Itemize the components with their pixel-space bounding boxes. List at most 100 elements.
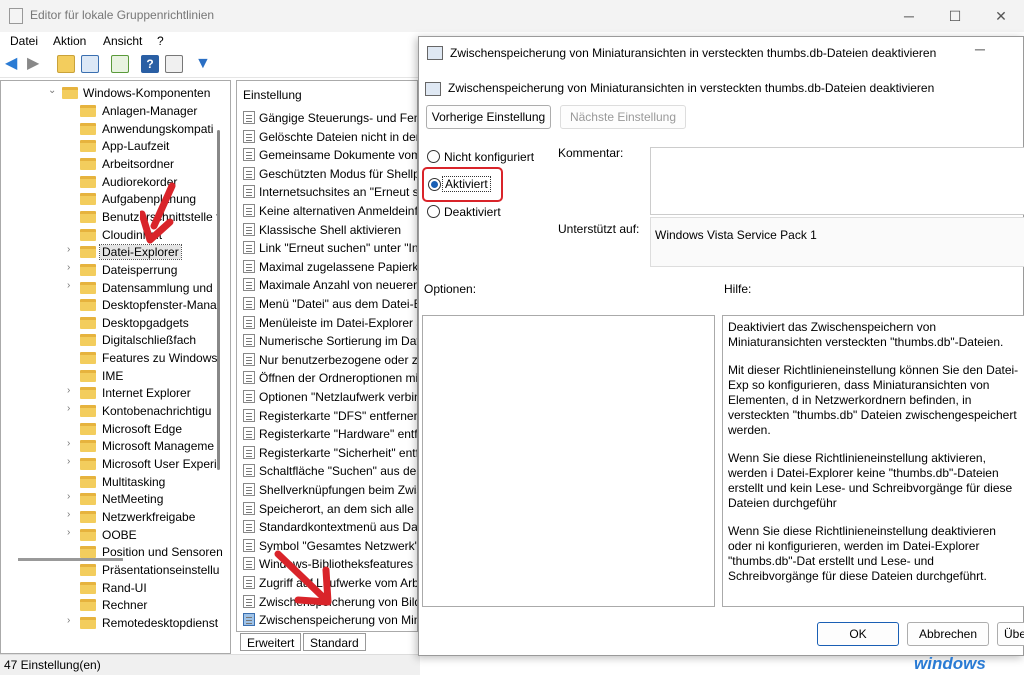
chevron-icon[interactable]: › (67, 385, 70, 396)
menu-ansicht[interactable]: Ansicht (103, 34, 142, 48)
folder-icon (80, 299, 96, 312)
dialog-minimize-button[interactable]: ─ (975, 41, 985, 57)
tree-scrollbar[interactable] (217, 130, 220, 470)
chevron-icon[interactable]: › (67, 456, 70, 467)
chevron-icon[interactable]: › (67, 280, 70, 291)
close-button[interactable]: ✕ (978, 0, 1024, 32)
tree-node[interactable]: › Internet Explorer (1, 384, 230, 402)
chevron-icon[interactable]: › (67, 244, 70, 255)
column-header-setting[interactable]: Einstellung (243, 88, 302, 102)
chevron-icon[interactable]: ⌄ (48, 85, 56, 96)
folder-icon (80, 281, 96, 294)
tree-node[interactable]: IME (1, 367, 230, 385)
setting-name: Registerkarte "Sicherheit" entfe (259, 445, 418, 460)
menu-help[interactable]: ? (157, 34, 164, 48)
arrow-shaft (274, 550, 326, 600)
dialog-close-hint[interactable] (1019, 39, 1024, 59)
tree-node-label: Anwendungskompati (102, 121, 214, 136)
tree-node[interactable]: ⌄ Windows-Komponenten (1, 84, 230, 102)
back-icon[interactable]: ◀ (5, 55, 23, 73)
tree-node[interactable]: Arbeitsordner (1, 155, 230, 173)
previous-setting-button[interactable]: Vorherige Einstellung (426, 105, 551, 129)
policy-setting-icon (243, 352, 255, 366)
dialog-title: Zwischenspeicherung von Miniaturansichte… (450, 46, 937, 60)
comment-field[interactable] (650, 147, 1024, 215)
folder-icon (80, 263, 96, 276)
tree-node[interactable]: Microsoft Edge (1, 420, 230, 438)
help-icon[interactable]: ? (141, 55, 159, 73)
tree-node[interactable]: › Microsoft Manageme (1, 437, 230, 455)
setting-name: Gängige Steuerungs- und Fenst (259, 111, 418, 125)
setting-name: Optionen "Netzlaufwerk verbin (259, 390, 418, 404)
tree-node[interactable]: Audiorekorder (1, 173, 230, 191)
tree-node[interactable]: Rechner (1, 596, 230, 614)
up-folder-icon[interactable] (57, 55, 75, 73)
folder-icon (80, 193, 96, 206)
policy-setting-icon (243, 483, 255, 496)
tree-node[interactable]: Benutzerschnittstelle f (1, 208, 230, 226)
tree-node[interactable]: Features zu Windows (1, 349, 230, 367)
policy-dialog: Zwischenspeicherung von Miniaturansichte… (418, 36, 1024, 673)
radio-enabled[interactable] (428, 178, 441, 191)
tree-node[interactable]: Anwendungskompati (1, 120, 230, 138)
tree-node[interactable]: Cloudinhalt (1, 226, 230, 244)
policy-setting-icon (243, 297, 255, 310)
radio-disabled-label[interactable]: Deaktiviert (444, 205, 501, 219)
chevron-icon[interactable]: › (67, 403, 70, 414)
tree-node-label: Microsoft Manageme (102, 439, 215, 454)
next-setting-button[interactable]: Nächste Einstellung (560, 105, 686, 129)
tree-node[interactable]: Desktopfenster-Mana (1, 296, 230, 314)
tree-node[interactable]: › NetMeeting (1, 490, 230, 508)
tree-node[interactable]: › Datei-Explorer (1, 243, 230, 261)
minimize-button[interactable]: ─ (886, 0, 932, 32)
tab-erweitert[interactable]: Erweitert (240, 633, 302, 651)
folder-icon (80, 440, 96, 453)
properties-icon[interactable] (165, 55, 183, 73)
radio-enabled-label[interactable]: Aktiviert (442, 176, 491, 192)
tree-node[interactable]: Desktopgadgets (1, 314, 230, 332)
export-icon[interactable] (111, 55, 129, 73)
tree-node-label: Microsoft Edge (102, 421, 183, 436)
tree-node[interactable]: Rand-UI (1, 579, 230, 597)
tree-node[interactable]: Multitasking (1, 473, 230, 491)
radio-disabled[interactable] (427, 205, 440, 218)
menu-aktion[interactable]: Aktion (53, 34, 86, 48)
chevron-icon[interactable]: › (67, 438, 70, 449)
tree-node[interactable]: › Netzwerkfreigabe (1, 508, 230, 526)
filter-icon[interactable]: ▼ (195, 55, 213, 73)
folder-icon (80, 157, 96, 170)
radio-not-configured-label[interactable]: Nicht konfiguriert (444, 150, 534, 164)
forward-icon[interactable]: ▶ (27, 55, 45, 73)
show-tree-icon[interactable] (81, 55, 99, 73)
chevron-icon[interactable]: › (67, 509, 70, 520)
apply-button[interactable]: Übe (997, 622, 1024, 646)
tree-node-label: Dateisperrung (102, 262, 178, 277)
tree-node[interactable]: Präsentationseinstellu (1, 561, 230, 579)
tab-standard[interactable]: Standard (303, 633, 366, 651)
tree-hscrollbar[interactable] (18, 558, 123, 561)
tree-node[interactable]: › Microsoft User Experi (1, 455, 230, 473)
menu-datei[interactable]: Datei (10, 34, 38, 48)
tree-node[interactable]: Anlagen-Manager (1, 102, 230, 120)
setting-name: Schaltfläche "Suchen" aus dem (259, 464, 418, 479)
tree-node[interactable]: › Remotedesktopdienst (1, 614, 230, 632)
chevron-icon[interactable]: › (67, 527, 70, 538)
tree-node[interactable]: › OOBE (1, 526, 230, 544)
chevron-icon[interactable]: › (67, 615, 70, 626)
tree-node[interactable]: App-Laufzeit (1, 137, 230, 155)
cancel-button[interactable]: Abbrechen (907, 622, 989, 646)
tree-node[interactable]: › Kontobenachrichtigu (1, 402, 230, 420)
radio-not-configured[interactable] (427, 150, 440, 163)
chevron-icon[interactable]: › (67, 491, 70, 502)
tree-node[interactable]: Aufgabenplanung (1, 190, 230, 208)
tree-node[interactable]: Digitalschließfach (1, 331, 230, 349)
tree-node[interactable]: › Dateisperrung (1, 261, 230, 279)
maximize-button[interactable]: ☐ (932, 0, 978, 32)
chevron-icon[interactable]: › (67, 262, 70, 273)
tree-node[interactable]: › Datensammlung und (1, 279, 230, 297)
policy-setting-icon (243, 538, 255, 552)
ok-button[interactable]: OK (817, 622, 899, 646)
tree-node-label: Windows-Komponenten (83, 86, 211, 100)
folder-icon (80, 105, 96, 117)
toolbar: ◀ ▶ ? ▼ (0, 52, 420, 78)
